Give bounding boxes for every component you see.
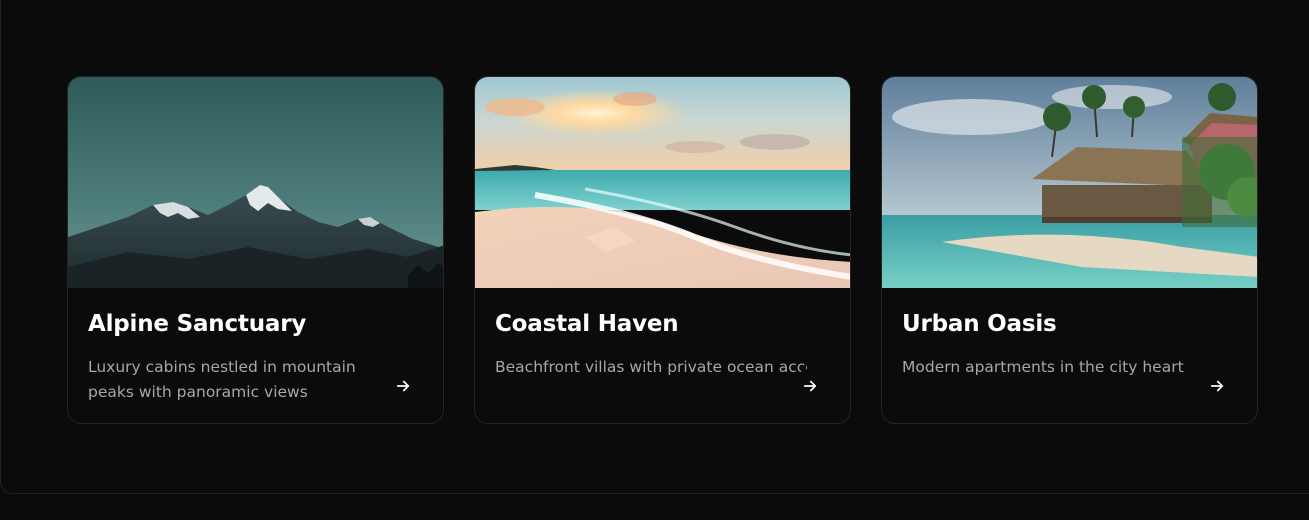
listing-card-urban-oasis[interactable]: Urban Oasis Modern apartments in the cit… <box>881 76 1258 424</box>
arrow-right-icon[interactable] <box>1200 369 1234 403</box>
tropical-resort-image <box>882 77 1257 288</box>
card-description: Modern apartments in the city heart <box>902 358 1184 376</box>
card-description: Beachfront villas with private ocean acc… <box>495 358 807 376</box>
card-title: Coastal Haven <box>495 311 679 337</box>
card-description: Luxury cabins nestled in mountain peaks … <box>88 358 356 401</box>
arrow-right-icon[interactable] <box>793 369 827 403</box>
card-title: Alpine Sanctuary <box>88 311 307 337</box>
listing-card-alpine-sanctuary[interactable]: Alpine Sanctuary Luxury cabins nestled i… <box>67 76 444 424</box>
card-title: Urban Oasis <box>902 311 1057 337</box>
mountain-peaks-image <box>68 77 443 288</box>
beach-sunset-image <box>475 77 850 288</box>
listing-card-coastal-haven[interactable]: Coastal Haven Beachfront villas with pri… <box>474 76 851 424</box>
arrow-right-icon[interactable] <box>386 369 420 403</box>
